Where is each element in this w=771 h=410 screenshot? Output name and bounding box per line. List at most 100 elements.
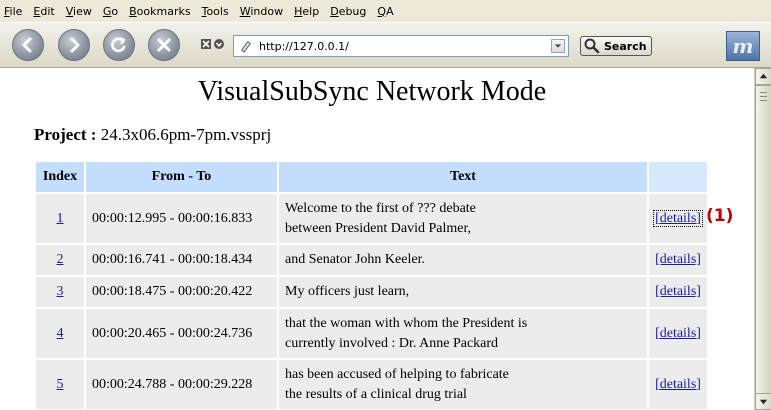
menu-bar: File Edit View Go Bookmarks Tools Window… — [0, 0, 771, 22]
menu-view-label: iew — [73, 4, 92, 18]
url-text[interactable]: http://127.0.0.1/ — [259, 40, 551, 53]
chevron-down-icon — [554, 44, 562, 48]
reload-button[interactable] — [103, 29, 135, 61]
back-button[interactable] — [12, 29, 44, 61]
menu-qa-accel: Q — [377, 4, 387, 18]
stop-icon — [157, 38, 171, 52]
dropdown-small-icon[interactable] — [214, 39, 224, 49]
text-line-1: My officers just learn, — [285, 284, 410, 299]
menu-debug-accel: D — [330, 4, 339, 18]
vertical-scrollbar[interactable] — [754, 68, 771, 410]
header-text: Text — [279, 162, 647, 192]
search-label: Search — [604, 39, 647, 53]
index-cell: 4 — [36, 309, 84, 358]
subtitles-table: Index From - To Text 1 00:00:12.995 - 00… — [34, 160, 709, 410]
scroll-up-button[interactable] — [755, 68, 771, 85]
header-index: Index — [36, 162, 84, 192]
details-link[interactable]: [details] — [655, 326, 701, 341]
menu-window-accel: W — [239, 4, 251, 18]
menu-qa[interactable]: QA — [377, 5, 393, 18]
address-bar-icons — [201, 39, 224, 49]
menu-bookmarks-label: ookmarks — [136, 4, 191, 18]
details-link[interactable]: [details] — [655, 284, 701, 299]
index-cell: 5 — [36, 360, 84, 409]
index-link[interactable]: 2 — [57, 252, 64, 267]
menu-edit-label: dit — [40, 4, 55, 18]
close-small-icon[interactable] — [201, 39, 211, 49]
text-line-1: Welcome to the first of ??? debate — [285, 200, 476, 216]
text-cell: Welcome to the first of ??? debate betwee… — [279, 194, 647, 243]
text-cell: that the woman with whom the President i… — [279, 309, 647, 358]
arrow-up-icon — [759, 73, 768, 79]
text-line-2: currently involved : Dr. Anne Packard — [285, 335, 499, 351]
details-cell: [details] — [649, 277, 707, 307]
details-link[interactable]: [details] — [653, 209, 703, 227]
time-cell: 00:00:24.788 - 00:00:29.228 — [86, 360, 277, 409]
table-row: 2 00:00:16.741 - 00:00:18.434 and Senato… — [36, 245, 707, 275]
text-cell: and Senator John Keeler. — [279, 245, 647, 275]
stop-button[interactable] — [148, 29, 180, 61]
scroll-thumb[interactable] — [755, 85, 771, 397]
text-cell: has been accused of helping to fabricate… — [279, 360, 647, 409]
table-row: 5 00:00:24.788 - 00:00:29.228 has been a… — [36, 360, 707, 409]
details-link[interactable]: [details] — [655, 252, 701, 267]
index-cell: 1 — [36, 194, 84, 243]
index-link[interactable]: 3 — [57, 284, 64, 299]
navigation-toolbar: http://127.0.0.1/ Search m — [0, 22, 771, 68]
menu-tools-label: ools — [206, 4, 229, 18]
url-dropdown-button[interactable] — [551, 39, 565, 53]
magnifier-icon — [584, 38, 600, 54]
index-link[interactable]: 4 — [57, 326, 64, 341]
throbber-logo-letter: m — [732, 34, 754, 58]
table-row: 1 00:00:12.995 - 00:00:16.833 Welcome to… — [36, 194, 707, 243]
text-line-1: and Senator John Keeler. — [285, 252, 425, 267]
throbber-logo[interactable]: m — [726, 31, 760, 61]
index-link[interactable]: 5 — [57, 377, 64, 392]
text-cell: My officers just learn, — [279, 277, 647, 307]
project-name: 24.3x06.6pm-7pm.vssprj — [100, 125, 272, 144]
page-title: VisualSubSync Network Mode — [197, 76, 547, 107]
menu-debug[interactable]: Debug — [330, 5, 366, 18]
menu-help-label: elp — [302, 4, 320, 18]
reload-icon — [111, 36, 126, 53]
arrow-down-icon — [759, 399, 768, 405]
table-header-row: Index From - To Text — [36, 162, 707, 192]
details-cell: [details] — [649, 360, 707, 409]
table-row: 3 00:00:18.475 - 00:00:20.422 My officer… — [36, 277, 707, 307]
menu-window[interactable]: Window — [240, 5, 283, 18]
text-line-2: the results of a clinical drug trial — [285, 386, 467, 402]
page-content: VisualSubSync Network Mode Project : 24.… — [0, 68, 754, 410]
menu-debug-label: ebug — [338, 4, 367, 18]
menu-view-accel: V — [65, 4, 74, 18]
menu-view[interactable]: View — [66, 5, 92, 18]
menu-window-label: indow — [250, 4, 284, 18]
project-line: Project : 24.3x06.6pm-7pm.vssprj — [34, 125, 271, 145]
menu-file-label: ile — [9, 4, 23, 18]
back-arrow-icon — [22, 37, 32, 53]
menu-help[interactable]: Help — [294, 5, 319, 18]
search-button[interactable]: Search — [580, 36, 652, 56]
time-cell: 00:00:20.465 - 00:00:24.736 — [86, 309, 277, 358]
url-field[interactable]: http://127.0.0.1/ — [233, 35, 569, 57]
menu-tools[interactable]: Tools — [202, 5, 229, 18]
scroll-down-button[interactable] — [755, 393, 771, 410]
text-line-2: between President David Palmer, — [285, 220, 472, 236]
details-cell: [details] — [649, 245, 707, 275]
menu-qa-label: A — [386, 4, 394, 18]
menu-file[interactable]: File — [4, 5, 22, 18]
text-line-1: that the woman with whom the President i… — [285, 315, 528, 331]
menu-go[interactable]: Go — [103, 5, 118, 18]
forward-button[interactable] — [58, 29, 90, 61]
table-row: 4 00:00:20.465 - 00:00:24.736 that the w… — [36, 309, 707, 358]
text-line-1: has been accused of helping to fabricate — [285, 366, 509, 382]
project-label: Project : — [34, 125, 97, 144]
details-link[interactable]: [details] — [655, 377, 701, 392]
header-from-to: From - To — [86, 162, 277, 192]
menu-bookmarks[interactable]: Bookmarks — [129, 5, 190, 18]
menu-edit[interactable]: Edit — [33, 5, 54, 18]
details-cell: [details] — [649, 309, 707, 358]
grip-icon — [760, 92, 767, 101]
index-cell: 3 — [36, 277, 84, 307]
index-link[interactable]: 1 — [57, 211, 64, 226]
page-icon — [237, 37, 255, 55]
